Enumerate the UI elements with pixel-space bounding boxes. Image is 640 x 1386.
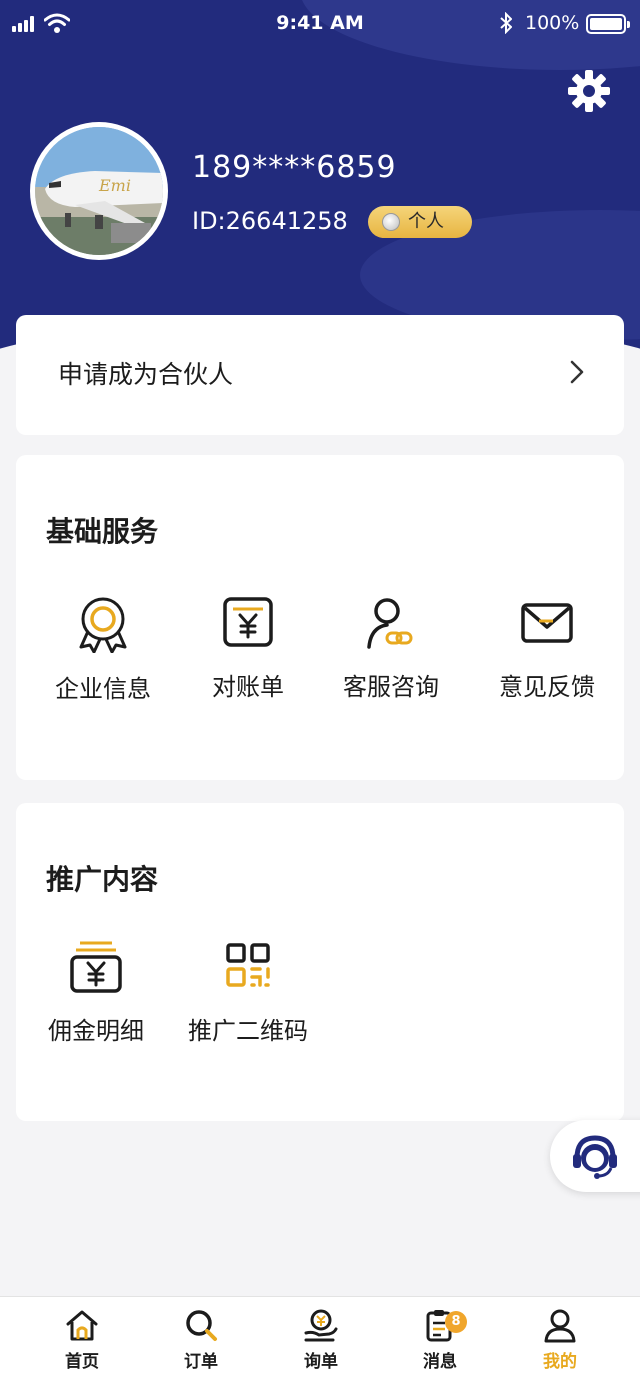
mail-icon (521, 603, 573, 643)
chevron-right-icon (570, 360, 584, 384)
customer-service-icon (367, 598, 413, 649)
gear-icon (568, 70, 610, 112)
service-label: 企业信息 (55, 675, 151, 703)
promotion-title: 推广内容 (46, 863, 159, 896)
tab-orders[interactable]: 订单 (161, 1307, 241, 1372)
service-company-info[interactable]: 企业信息 (33, 595, 173, 704)
account-type-label: 个人 (408, 211, 444, 232)
tab-home[interactable]: 首页 (42, 1307, 122, 1372)
promo-qr-code[interactable]: 推广二维码 (178, 935, 318, 1046)
tab-label: 我的 (543, 1352, 577, 1372)
commission-icon (70, 941, 122, 993)
headset-icon (573, 1135, 617, 1179)
account-type-badge: 个人 (368, 206, 472, 238)
tab-mine[interactable]: 我的 (520, 1307, 600, 1372)
service-label: 对账单 (212, 673, 284, 701)
battery-percentage: 100% (525, 12, 580, 34)
promotion-card: 推广内容 佣金明细 推广二维码 (16, 803, 624, 1121)
battery-icon (586, 14, 630, 34)
customer-support-button[interactable] (550, 1120, 640, 1192)
tab-messages[interactable]: 8 消息 (400, 1307, 480, 1372)
user-phone: 189****6859 (192, 150, 397, 185)
promo-commission[interactable]: 佣金明细 (26, 935, 166, 1046)
service-label: 客服咨询 (343, 673, 439, 701)
apply-partner-row[interactable]: 申请成为合伙人 (16, 315, 624, 435)
promo-label: 佣金明细 (48, 1017, 144, 1045)
tab-inquiry[interactable]: 询单 (281, 1307, 361, 1372)
tab-label: 消息 (423, 1352, 457, 1372)
inquiry-icon (304, 1309, 338, 1342)
avatar[interactable]: Emi (30, 122, 168, 260)
promo-label: 推广二维码 (188, 1017, 308, 1045)
user-icon (544, 1309, 576, 1343)
service-customer-support[interactable]: 客服咨询 (321, 595, 461, 702)
statement-icon (223, 597, 273, 647)
status-bar: 9:41 AM 100% (0, 0, 640, 48)
basic-services-title: 基础服务 (46, 515, 159, 548)
bottom-tab-bar: 首页 订单 询单 8 消息 我的 (0, 1296, 640, 1386)
user-id: ID:26641258 (192, 207, 348, 235)
service-feedback[interactable]: 意见反馈 (477, 595, 617, 702)
tab-label: 首页 (65, 1352, 99, 1372)
svg-text:Emi: Emi (98, 176, 131, 195)
tab-label: 订单 (184, 1352, 218, 1372)
home-icon (66, 1310, 98, 1341)
qr-code-icon (226, 943, 270, 987)
apply-partner-label: 申请成为合伙人 (58, 360, 234, 389)
service-statement[interactable]: 对账单 (178, 595, 318, 702)
person-badge-icon (382, 213, 400, 231)
bluetooth-icon (500, 11, 513, 39)
award-badge-icon (79, 597, 127, 653)
airplane-photo: Emi (35, 127, 163, 255)
service-label: 意见反馈 (499, 673, 595, 701)
tab-label: 询单 (304, 1352, 338, 1372)
basic-services-card: 基础服务 企业信息 对账单 客服咨询 意见反馈 (16, 455, 624, 780)
search-icon (186, 1310, 217, 1341)
settings-button[interactable] (566, 68, 612, 114)
message-count-badge: 8 (445, 1311, 467, 1333)
